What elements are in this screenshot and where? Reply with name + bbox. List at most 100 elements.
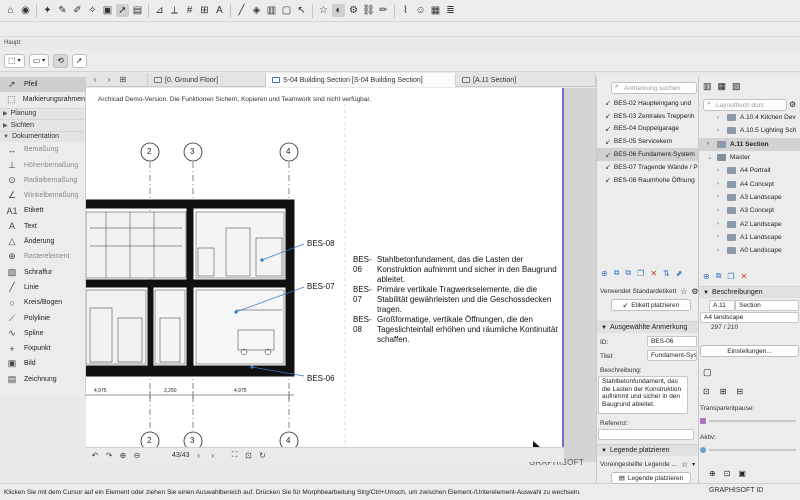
layout-item[interactable]: › A3 Concept xyxy=(699,204,800,217)
square-icon[interactable]: ▣ xyxy=(101,4,114,17)
place-label-button[interactable]: ↙ Etikett platzieren xyxy=(611,299,691,311)
navigator-icon[interactable]: ▢ xyxy=(703,367,712,378)
pointer-mode-button[interactable]: ➚ xyxy=(71,53,87,68)
layout-folder[interactable]: ⌄ Master xyxy=(699,151,800,164)
layout-item[interactable]: › A3 Landscape xyxy=(699,191,800,204)
new-subset-icon[interactable]: ⧉ xyxy=(716,271,722,281)
title-field[interactable]: Fundament-Syst xyxy=(647,350,697,361)
chevron-right-icon[interactable]: › xyxy=(717,128,723,134)
zoom-icon[interactable]: ⊕ xyxy=(709,469,716,478)
chevron-right-icon[interactable]: › xyxy=(717,181,723,187)
annotation-list-item[interactable]: ↙ BES-07 Tragende Wände / P xyxy=(597,161,699,174)
layout-name-field[interactable]: Section xyxy=(735,300,799,311)
new-layout-icon[interactable]: ⊕ xyxy=(703,272,710,281)
text-icon[interactable]: A xyxy=(213,4,226,17)
tool-text[interactable]: A Text xyxy=(0,219,85,234)
layout-item[interactable]: › A4 Concept xyxy=(699,177,800,190)
transparency-slider[interactable] xyxy=(700,417,796,425)
description-field[interactable]: Stahlbetonfundament, das die Lasten der … xyxy=(598,376,688,414)
ruler-icon[interactable]: ⊿ xyxy=(153,4,166,17)
annotation-list-item[interactable]: ↙ BES-05 Servicekern xyxy=(597,135,699,148)
layout-book-icon[interactable]: ▦ xyxy=(718,81,727,92)
paint-icon[interactable]: ◈ xyxy=(250,4,263,17)
tool-schraffur[interactable]: ▨ Schraffur xyxy=(0,264,85,279)
graphisoft-id-label[interactable]: GRAPHISOFT ID xyxy=(709,487,763,494)
preview-icon[interactable]: ▣ xyxy=(738,469,746,478)
prev-page-icon[interactable]: ‹ xyxy=(194,451,204,460)
redo-icon[interactable]: ↷ xyxy=(104,451,114,460)
bell-icon[interactable]: ◐ xyxy=(332,4,345,17)
fit-window-icon[interactable]: ⛶ xyxy=(230,450,240,460)
selection-method-button[interactable]: ⬚ ▾ xyxy=(4,53,25,68)
pen-icon[interactable]: ✐ xyxy=(71,4,84,17)
tool-winkelbemaßung[interactable]: ∠ Winkelbemaßung xyxy=(0,188,85,203)
brush-icon[interactable]: ⌇ xyxy=(399,4,412,17)
chevron-right-icon[interactable]: › xyxy=(717,194,723,200)
active-slider[interactable] xyxy=(700,446,796,454)
tool-zeichnung[interactable]: ▤ Zeichnung xyxy=(0,372,85,387)
delete-icon[interactable]: ✕ xyxy=(650,269,657,278)
delete-icon[interactable]: ✕ xyxy=(741,272,748,281)
tab-grid-icon[interactable]: ⊞ xyxy=(118,75,128,84)
grid-icon[interactable]: ⊞ xyxy=(720,387,727,396)
selected-annotation-header[interactable]: ▼ Ausgewählte Anmerkung xyxy=(597,321,699,333)
star-icon[interactable]: ☆ xyxy=(681,460,688,469)
place-legend-header[interactable]: ▼ Legende platzieren xyxy=(597,444,699,456)
zoom-in-icon[interactable]: ⊕ xyxy=(118,451,128,460)
settings-button[interactable]: Einstellungen... xyxy=(700,345,799,357)
tool-polylinie[interactable]: ⟋ Polylinie xyxy=(0,310,85,325)
annotation-search-input[interactable]: ⌕ Anmerkung suchen xyxy=(611,82,697,94)
hash-icon[interactable]: ⊞ xyxy=(198,4,211,17)
layout-item[interactable]: › A4 Portrait xyxy=(699,164,800,177)
layout-item[interactable]: › A2 Landscape xyxy=(699,217,800,230)
tool-rasterelement[interactable]: ⊕ Rasterelement xyxy=(0,249,85,264)
tool-pfeil[interactable]: ➚ Pfeil xyxy=(0,77,85,93)
tab-building-section[interactable]: S-04 Building Section [S-04 Building Sec… xyxy=(266,73,456,87)
duplicate-icon[interactable]: ⧉ xyxy=(625,268,631,278)
copy-icon[interactable]: ❐ xyxy=(637,269,644,278)
chevron-right-icon[interactable]: › xyxy=(717,168,723,174)
annotation-list-item[interactable]: ↙ BES-08 Raumhohe Öffnung xyxy=(597,174,699,187)
chevron-right-icon[interactable]: › xyxy=(717,208,723,214)
back-icon[interactable]: ‹ xyxy=(90,75,100,84)
annotation-bes-06[interactable]: BES-06 xyxy=(307,374,335,383)
layer-icon[interactable]: ▥ xyxy=(265,4,278,17)
line-icon[interactable]: ╱ xyxy=(235,4,248,17)
annotation-list-item[interactable]: ↙ BES-04 Doppelgarage xyxy=(597,123,699,136)
chevron-right-icon[interactable]: › xyxy=(717,248,723,254)
wand-icon[interactable]: ✧ xyxy=(86,4,99,17)
chevron-down-icon[interactable]: ▾ xyxy=(692,461,695,468)
fit-icon[interactable]: ⊡ xyxy=(724,469,731,478)
layout-id-field[interactable]: A.11 xyxy=(709,300,735,311)
grid-icon[interactable]: # xyxy=(183,4,196,17)
camera-icon[interactable]: ◉ xyxy=(19,4,32,17)
tool-spline[interactable]: ∿ Spline xyxy=(0,326,85,341)
tool-group-dokumentation[interactable]: ▼ Dokumentation xyxy=(0,130,85,143)
rotate-button[interactable]: ⟲ xyxy=(53,53,68,68)
tool-markierungsrahmen[interactable]: ⬚ Markierungsrahmen xyxy=(0,92,85,107)
star-icon[interactable]: ☆ xyxy=(680,287,687,296)
tool-fixpunkt[interactable]: + Fixpunkt xyxy=(0,341,85,356)
layout-item[interactable]: › A.11 Section xyxy=(699,137,800,151)
layout-item[interactable]: › A.10.5 Lighting Sch xyxy=(699,124,800,137)
person-icon[interactable]: ☺ xyxy=(414,4,427,17)
eyedropper-icon[interactable]: ✎ xyxy=(56,4,69,17)
tab-ground-floor[interactable]: [0. Ground Floor] xyxy=(148,73,266,87)
tool-etikett[interactable]: A1 Etikett xyxy=(0,203,85,218)
pointer-icon[interactable]: ➚ xyxy=(116,4,129,17)
tool-group-sichten[interactable]: ▶ Sichten xyxy=(0,119,85,131)
tool-kreis-bogen[interactable]: ○ Kreis/Bogen xyxy=(0,295,85,310)
guide-icon[interactable]: ⊟ xyxy=(736,387,743,396)
layout-item[interactable]: › A0 Landscape xyxy=(699,244,800,257)
frame-icon[interactable]: ▢ xyxy=(280,4,293,17)
tool-linie[interactable]: ╱ Linie xyxy=(0,280,85,295)
chevron-right-icon[interactable]: › xyxy=(717,234,723,240)
annotation-bes-07[interactable]: BES-07 xyxy=(307,282,335,291)
layers-icon[interactable]: ≣ xyxy=(444,4,457,17)
zoom-out-icon[interactable]: ⊖ xyxy=(132,451,142,460)
chevron-right-icon[interactable]: › xyxy=(707,141,713,147)
tool-höhenbemaßung[interactable]: ⊥ Höhenbemaßung xyxy=(0,157,85,172)
measure-icon[interactable]: ⟂ xyxy=(168,4,181,17)
zoom-fit-icon[interactable]: ⊡ xyxy=(244,451,254,460)
next-page-icon[interactable]: › xyxy=(208,451,218,460)
